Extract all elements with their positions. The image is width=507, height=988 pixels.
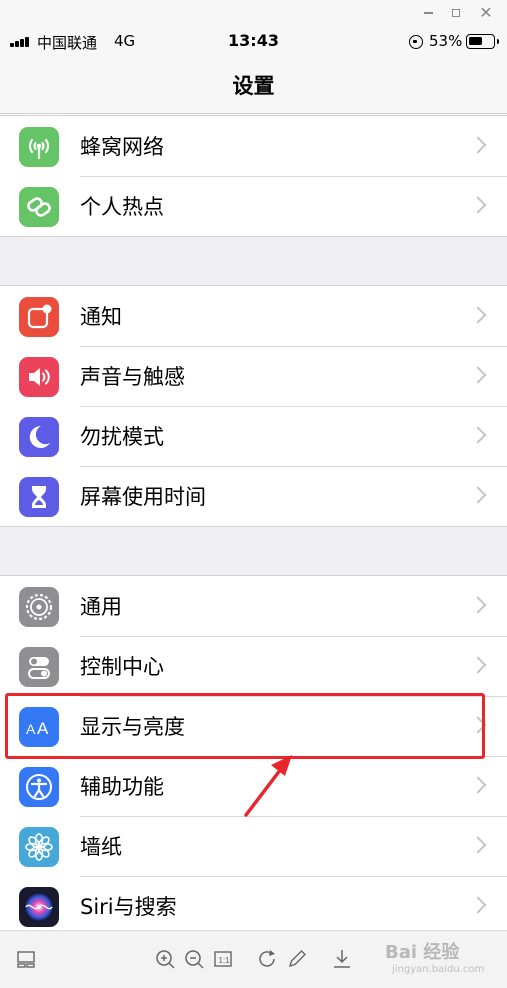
settings-row-label: Siri与搜索 [80, 895, 177, 919]
svg-text:1:1: 1:1 [219, 956, 231, 965]
page-title: 设置 [232, 74, 275, 98]
edit-pencil-icon[interactable] [284, 946, 310, 972]
settings-row-label: 个人热点 [80, 195, 164, 219]
settings-row-label: 声音与触感 [80, 365, 185, 389]
close-icon[interactable]: ✕ [476, 3, 496, 23]
settings-row-general[interactable]: 通用 [0, 576, 507, 636]
zoom-out-icon[interactable] [181, 946, 207, 972]
battery-percentage: 53% [429, 32, 463, 50]
settings-row-notifications[interactable]: 通知 [0, 286, 507, 346]
flower-icon [19, 827, 59, 867]
window-controls: ✕ [0, 0, 507, 26]
navigation-bar: 设置 [0, 56, 507, 114]
settings-group-notifications: 通知 声音与触感 勿扰模式 屏幕使用时间 [0, 285, 507, 527]
settings-row-label: 通知 [80, 305, 122, 329]
minimize-icon[interactable] [418, 3, 438, 23]
settings-row-label: 屏幕使用时间 [80, 485, 206, 509]
chevron-right-icon [469, 836, 487, 854]
settings-row-label: 蜂窝网络 [80, 135, 164, 159]
red-arrow-annotation [244, 755, 292, 817]
chevron-right-icon [469, 486, 487, 504]
status-bar: 中国联通 4G 13:43 53% [0, 26, 507, 56]
speaker-icon [19, 357, 59, 397]
settings-row-wallpaper[interactable]: 墙纸 [0, 816, 507, 876]
settings-row-siri-search[interactable]: Siri与搜索 [0, 876, 507, 930]
orientation-lock-icon [409, 35, 423, 49]
settings-row-label: 辅助功能 [80, 775, 164, 799]
battery-icon [466, 34, 499, 49]
gear-icon [19, 587, 59, 627]
settings-row-sounds[interactable]: 声音与触感 [0, 346, 507, 406]
notification-icon [19, 297, 59, 337]
watermark-brand: Bai 经验 [385, 942, 460, 963]
chevron-right-icon [469, 426, 487, 444]
settings-row-screen-time[interactable]: 屏幕使用时间 [0, 466, 507, 526]
chevron-right-icon [469, 596, 487, 614]
settings-list[interactable]: 蜂窝网络 个人热点 通知 声音与触感 勿扰模式 屏幕使用时间 通用 控制中心 A… [0, 115, 507, 930]
settings-row-do-not-disturb[interactable]: 勿扰模式 [0, 406, 507, 466]
settings-group-connectivity: 蜂窝网络 个人热点 [0, 115, 507, 237]
highlight-box-annotation [5, 693, 485, 759]
watermark-url: jingyan.baidu.com [392, 964, 485, 975]
siri-icon [19, 887, 59, 927]
maximize-icon[interactable] [446, 3, 466, 23]
chevron-right-icon [469, 896, 487, 914]
settings-row-control-center[interactable]: 控制中心 [0, 636, 507, 696]
moon-icon [19, 417, 59, 457]
chevron-right-icon [469, 366, 487, 384]
toggle-switches-icon [19, 647, 59, 687]
chevron-right-icon [469, 196, 487, 214]
accessibility-icon [19, 767, 59, 807]
settings-row-label: 勿扰模式 [80, 425, 164, 449]
chevron-right-icon [469, 656, 487, 674]
chevron-right-icon [469, 136, 487, 154]
download-icon[interactable] [329, 946, 355, 972]
settings-row-label: 墙纸 [80, 835, 122, 859]
antenna-icon [19, 127, 59, 167]
settings-row-label: 通用 [80, 595, 122, 619]
zoom-in-icon[interactable] [152, 946, 178, 972]
hotspot-link-icon [19, 187, 59, 227]
settings-row-label: 控制中心 [80, 655, 164, 679]
actual-size-icon[interactable]: 1:1 [210, 946, 236, 972]
chevron-right-icon [469, 306, 487, 324]
chevron-right-icon [469, 776, 487, 794]
thumbnail-icon[interactable] [13, 946, 39, 972]
hourglass-icon [19, 477, 59, 517]
settings-row-cellular[interactable]: 蜂窝网络 [0, 116, 507, 176]
viewer-toolbar: 1:1 Bai 经验 jingyan.baidu.com [0, 930, 507, 988]
rotate-icon[interactable] [254, 946, 280, 972]
settings-row-hotspot[interactable]: 个人热点 [0, 176, 507, 236]
